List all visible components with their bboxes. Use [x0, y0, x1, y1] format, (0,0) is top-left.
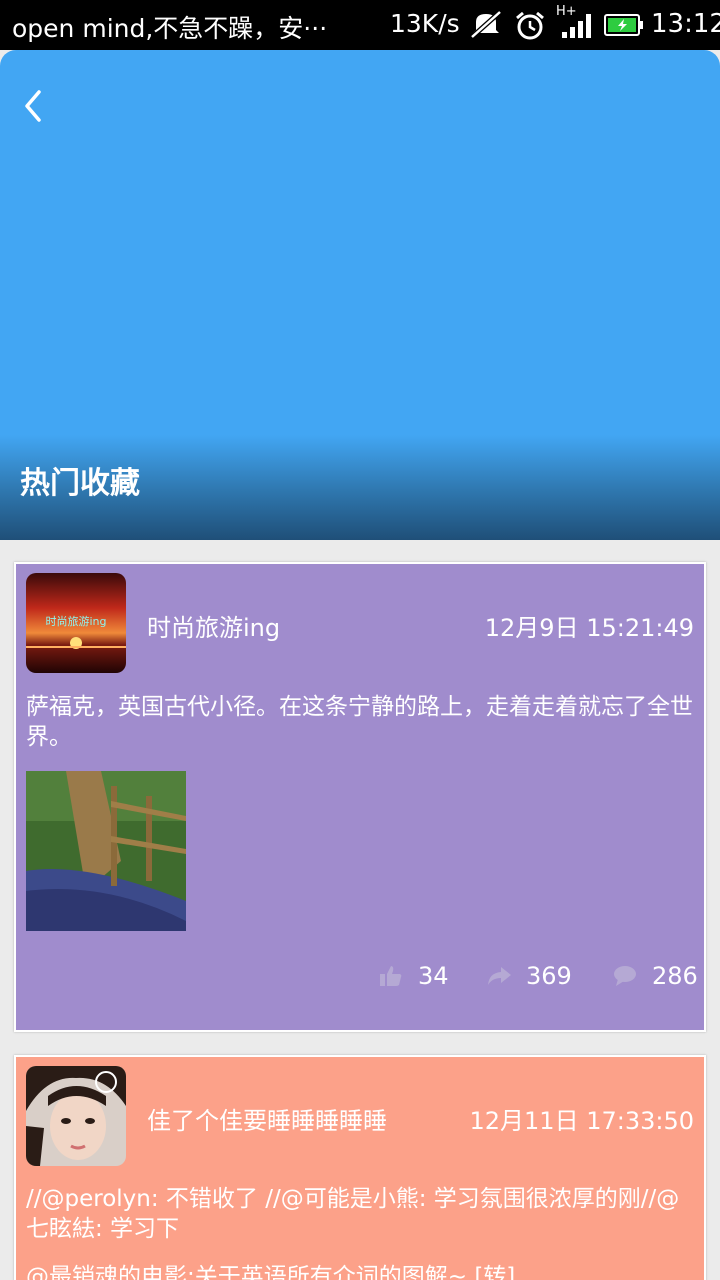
share-button[interactable]: 369: [486, 960, 572, 992]
page-title: 热门收藏: [20, 466, 140, 501]
back-button[interactable]: [14, 80, 54, 132]
avatar[interactable]: [26, 1066, 126, 1166]
comment-button[interactable]: 286: [612, 960, 698, 992]
svg-text:时尚旅游ing: 时尚旅游ing: [45, 614, 106, 628]
share-arrow-icon: [488, 967, 511, 985]
username[interactable]: 时尚旅游ing: [147, 608, 280, 643]
alarm-icon: [516, 11, 544, 40]
chevron-left-icon: [25, 90, 41, 122]
girl-avatar-image: [26, 1066, 126, 1166]
like-button[interactable]: 34: [378, 960, 449, 992]
post-time: 12月9日 15:21:49: [484, 614, 694, 642]
notification-text: open mind,不急不躁，安···: [12, 14, 328, 43]
thumbs-up-icon: [380, 966, 402, 986]
avatar[interactable]: 时尚旅游ing: [26, 573, 126, 673]
clock: 13:12: [651, 9, 720, 39]
signal-icon: [562, 14, 591, 38]
post-card[interactable]: 佳了个佳要睡睡睡睡睡 12月11日 17:33:50 //@perolyn: 不…: [14, 1055, 706, 1280]
post-card[interactable]: 时尚旅游ing 时尚旅游ing 12月9日 15:21:49 萨福克，英国古代小…: [14, 562, 706, 1032]
battery-icon: [604, 14, 643, 36]
sunset-avatar-image: 时尚旅游ing: [26, 573, 126, 673]
like-count: 34: [418, 962, 449, 990]
path-photo: [26, 771, 186, 931]
post-image[interactable]: [26, 771, 186, 931]
header: 热门收藏: [0, 50, 720, 540]
post-content-more: @最销魂的电影:关于英语所有介词的图解~ [转]: [26, 1264, 516, 1280]
net-speed: 13K/s: [390, 9, 460, 38]
post-content: //@perolyn: 不错收了 //@可能是小熊: 学习氛围很浓厚的刚//@七…: [26, 1186, 680, 1242]
post-time: 12月11日 17:33:50: [469, 1107, 695, 1135]
comment-count: 286: [652, 962, 698, 990]
mute-icon: [470, 10, 502, 39]
username[interactable]: 佳了个佳要睡睡睡睡睡: [147, 1101, 387, 1136]
share-count: 369: [526, 962, 572, 990]
post-content: 萨福克，英国古代小径。在这条宁静的路上，走着走着就忘了全世界。: [26, 694, 693, 750]
status-bar: open mind,不急不躁，安··· 13K/s H+ 13:12: [0, 0, 720, 50]
comment-bubble-icon: [614, 966, 636, 986]
